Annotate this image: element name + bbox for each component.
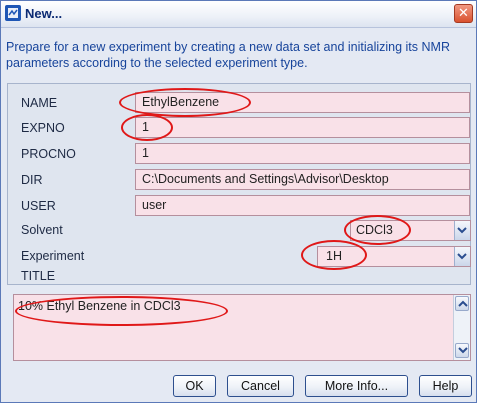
solvent-dropdown[interactable]: CDCl3 xyxy=(350,220,471,241)
expno-field[interactable]: 1 xyxy=(135,117,470,138)
title-label: TITLE xyxy=(21,269,56,283)
chevron-down-icon[interactable] xyxy=(454,221,470,240)
vertical-scrollbar[interactable] xyxy=(453,295,470,360)
user-field[interactable]: user xyxy=(135,195,470,216)
ok-button[interactable]: OK xyxy=(173,375,216,397)
dir-field[interactable]: C:\Documents and Settings\Advisor\Deskto… xyxy=(135,169,470,190)
title-textarea[interactable]: 10% Ethyl Benzene in CDCl3 xyxy=(13,294,471,361)
intro-text: Prepare for a new experiment by creating… xyxy=(6,40,450,70)
experiment-value: 1H xyxy=(326,249,342,263)
more-info-button[interactable]: More Info... xyxy=(305,375,408,397)
app-icon xyxy=(5,5,21,21)
title-bar[interactable]: New... ✕ xyxy=(1,1,476,28)
chevron-up-icon xyxy=(458,300,468,307)
procno-field[interactable]: 1 xyxy=(135,143,470,164)
new-dataset-dialog: New... ✕ Prepare for a new experiment by… xyxy=(0,0,477,403)
experiment-label: Experiment xyxy=(21,249,85,263)
window-title: New... xyxy=(25,6,63,21)
cancel-button[interactable]: Cancel xyxy=(227,375,294,397)
scroll-up-button[interactable] xyxy=(455,296,469,311)
name-label: NAME xyxy=(21,96,58,110)
solvent-value: CDCl3 xyxy=(356,223,393,237)
close-button[interactable]: ✕ xyxy=(454,4,473,23)
dir-label: DIR xyxy=(21,173,43,187)
user-label: USER xyxy=(21,199,56,213)
name-field[interactable]: EthylBenzene xyxy=(135,92,470,113)
solvent-label: Solvent xyxy=(21,223,63,237)
help-button[interactable]: Help xyxy=(419,375,472,397)
experiment-dropdown[interactable]: 1H xyxy=(317,246,471,267)
chevron-down-icon[interactable] xyxy=(454,247,470,266)
expno-label: EXPNO xyxy=(21,121,65,135)
procno-label: PROCNO xyxy=(21,147,76,161)
scroll-down-button[interactable] xyxy=(455,343,469,358)
chevron-down-icon xyxy=(458,347,468,354)
close-icon: ✕ xyxy=(458,6,469,21)
title-textarea-text: 10% Ethyl Benzene in CDCl3 xyxy=(18,299,181,313)
